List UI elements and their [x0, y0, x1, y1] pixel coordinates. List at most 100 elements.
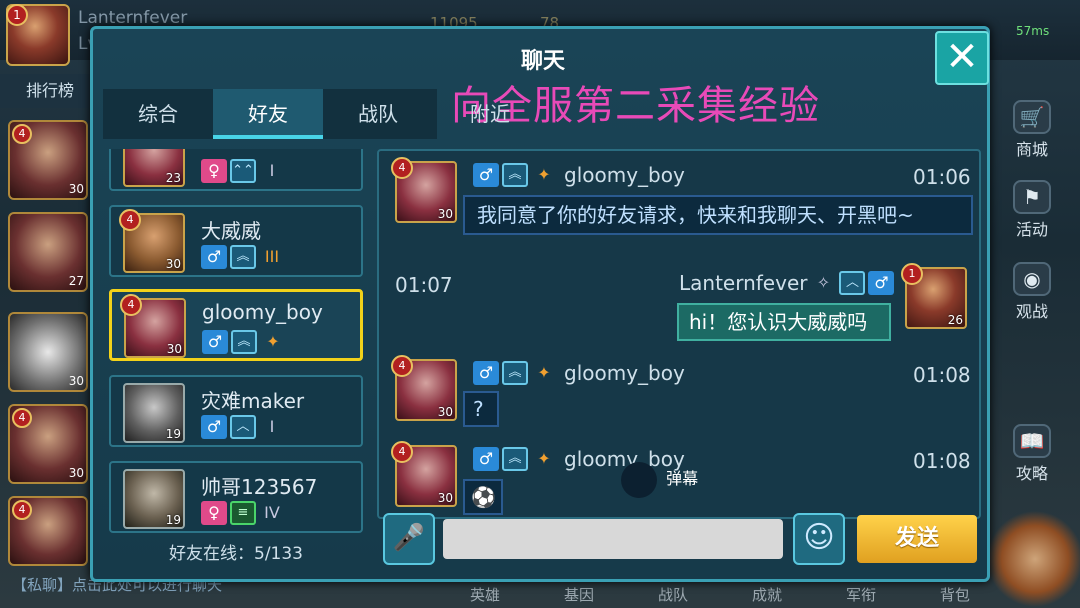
friend-avatar: 4 30: [120, 294, 186, 358]
friend-list[interactable]: 23 ♀ ⌃⌃ I 4 30 大威威 ♂ ︽ III 4 30 gloomy_b…: [109, 149, 363, 569]
rank-chevron-icon: ⌃⌃: [230, 159, 256, 183]
message-avatar[interactable]: 4 30: [391, 157, 457, 223]
left-hero-slot[interactable]: 30: [8, 312, 88, 392]
message-sender: gloomy_boy: [564, 163, 685, 187]
event-label: 活动: [1015, 220, 1048, 239]
message-level: 30: [437, 405, 453, 419]
tier-badge-icon: ✧: [816, 273, 831, 292]
voice-button[interactable]: 🎤: [383, 513, 435, 565]
male-icon: ♂: [473, 163, 499, 187]
dialog-title: 聊天: [520, 49, 565, 74]
nav-achievements[interactable]: 成就: [752, 584, 782, 608]
friend-item-selected[interactable]: 4 30 gloomy_boy ♂ ︽ ✦: [109, 289, 363, 361]
close-button[interactable]: ✕: [935, 31, 989, 85]
male-icon: ♂: [202, 330, 228, 354]
rank-chevron-icon: ︽: [502, 361, 528, 385]
message-time: 01:08: [913, 363, 971, 387]
shop-cart-icon: 🛒: [1013, 100, 1051, 134]
star-badge-icon: ✦: [537, 165, 551, 184]
male-icon: ♂: [201, 415, 227, 439]
friend-icons: ♂ ︿ I: [201, 415, 285, 439]
message-sender: gloomy_boy: [564, 361, 685, 385]
guide-button[interactable]: 📖 攻略: [992, 424, 1072, 490]
left-hero-slot[interactable]: 27: [8, 212, 88, 292]
friend-icons: ♂ ︽ ✦: [202, 330, 286, 354]
player-rank-badge: 1: [6, 4, 28, 26]
smiley-icon: ☺: [803, 520, 835, 555]
left-hero-level: 27: [68, 274, 84, 288]
spectate-button[interactable]: ◉ 观战: [992, 262, 1072, 328]
microphone-icon: 🎤: [392, 523, 426, 553]
danmu-label: 弹幕: [666, 469, 699, 488]
shop-label: 商城: [1015, 140, 1048, 159]
player-name: Lanternfever: [78, 8, 188, 28]
chat-tabs: 综合 好友 战队: [103, 89, 437, 139]
nav-bag[interactable]: 背包: [940, 584, 970, 608]
nav-team[interactable]: 战队: [658, 584, 688, 608]
male-icon: ♂: [201, 245, 227, 269]
message-time: 01:06: [913, 165, 971, 189]
left-hero-badge: 4: [12, 124, 32, 144]
friend-item[interactable]: 19 帅哥123567 ♀ ≡ IV: [109, 461, 363, 533]
player-avatar[interactable]: 1: [6, 4, 70, 66]
left-hero-slot[interactable]: 4: [8, 496, 88, 566]
friend-level: 30: [166, 342, 182, 356]
message-badge: 4: [391, 355, 413, 377]
tab-team[interactable]: 战队: [323, 89, 433, 139]
friend-name: 大威威: [201, 219, 261, 243]
nav-genes[interactable]: 基因: [564, 584, 594, 608]
rank-chevron-icon: ︽: [502, 447, 528, 471]
event-flag-icon: ⚑: [1013, 180, 1051, 214]
message-header: ♂ ︽ ✦ gloomy_boy: [473, 361, 685, 385]
message-bubble: ?: [463, 391, 499, 427]
friend-name: 灾难maker: [201, 389, 305, 413]
friend-item[interactable]: 19 灾难maker ♂ ︿ I: [109, 375, 363, 447]
tab-friends[interactable]: 好友: [213, 89, 323, 139]
left-hero-badge: 4: [12, 408, 32, 428]
tab-nearby[interactable]: 附近: [435, 89, 545, 139]
friends-online-count: 好友在线：5/133: [169, 544, 303, 564]
friend-icons: ♂ ︽ III: [201, 245, 285, 269]
message-level: 30: [437, 207, 453, 221]
tier-badge-icon: III: [264, 247, 280, 266]
friend-level: 19: [165, 427, 181, 441]
danmu-icon: [621, 461, 657, 498]
message-badge: 4: [391, 441, 413, 463]
message-sender: Lanternfever: [679, 271, 808, 295]
rank-chevron-icon: ︽: [230, 245, 256, 269]
friend-level: 23: [165, 171, 181, 185]
chat-input-bar: 🎤 ☺ 发送: [383, 513, 983, 569]
male-icon: ♂: [473, 361, 499, 385]
message-avatar[interactable]: 4 30: [391, 355, 457, 421]
message-bubble: ⚽: [463, 479, 503, 515]
send-button[interactable]: 发送: [857, 515, 977, 563]
left-hero-slot[interactable]: 4 30: [8, 120, 88, 200]
friend-avatar: 19: [123, 383, 185, 443]
event-button[interactable]: ⚑ 活动: [992, 180, 1072, 246]
star-badge-icon: ✦: [537, 363, 551, 382]
nav-rank[interactable]: 军衔: [846, 584, 876, 608]
friend-level: 30: [165, 257, 181, 271]
self-avatar[interactable]: 1 26: [901, 263, 967, 329]
tab-general[interactable]: 综合: [103, 89, 213, 139]
nav-heroes[interactable]: 英雄: [470, 584, 500, 608]
shop-button[interactable]: 🛒 商城: [992, 100, 1072, 166]
guide-label: 攻略: [1015, 464, 1048, 483]
friend-avatar: 23: [123, 149, 185, 187]
left-hero-level: 30: [68, 374, 84, 388]
emoji-button[interactable]: ☺: [793, 513, 845, 565]
friend-item[interactable]: 4 30 大威威 ♂ ︽ III: [109, 205, 363, 277]
message-bubble: 我同意了你的好友请求，快来和我聊天、开黑吧~: [463, 195, 973, 235]
chat-input[interactable]: [443, 519, 783, 559]
friend-name: 帅哥123567: [201, 475, 318, 499]
message-time: 01:07: [395, 273, 453, 297]
friend-item[interactable]: 23 ♀ ⌃⌃ I: [109, 149, 363, 191]
message-avatar[interactable]: 4 30: [391, 441, 457, 507]
rank-bars-icon: ≡: [230, 501, 256, 525]
leaderboard-button[interactable]: 排行榜: [0, 74, 92, 108]
book-icon: 📖: [1013, 424, 1051, 458]
left-hero-slot[interactable]: 4 30: [8, 404, 88, 484]
danmu-toggle[interactable]: 弹幕: [621, 461, 771, 498]
hero-portrait: [990, 510, 1080, 608]
eye-icon: ◉: [1013, 262, 1051, 296]
